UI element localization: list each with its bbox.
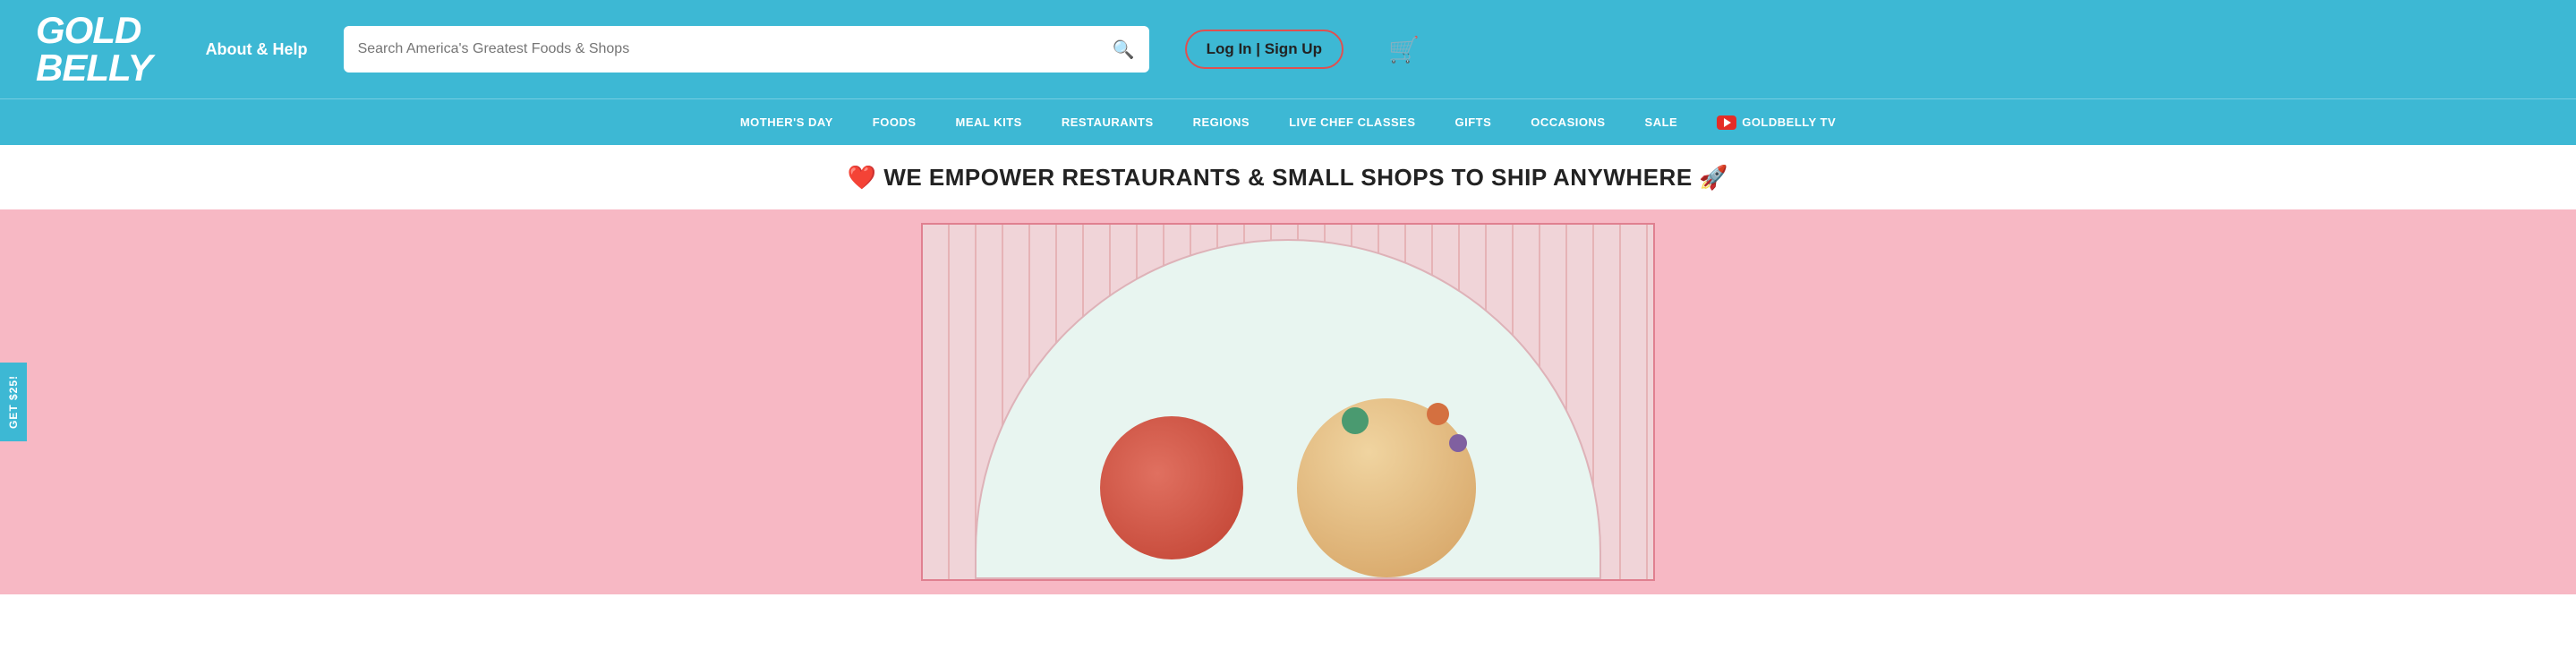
- nav-item-goldbelly-tv[interactable]: GOLDBELLY TV: [1697, 99, 1855, 145]
- nav-item-mothers-day[interactable]: MOTHER'S DAY: [721, 99, 853, 145]
- food-item-left: [1100, 416, 1243, 559]
- food-item-right: [1297, 398, 1476, 577]
- nav-item-foods[interactable]: FOODS: [853, 99, 936, 145]
- logo-bottom: BELLY: [36, 49, 152, 87]
- nav-item-sale[interactable]: SALE: [1625, 99, 1698, 145]
- nav-item-live-chef-classes[interactable]: LIVE CHEF CLASSES: [1269, 99, 1435, 145]
- search-input[interactable]: [358, 41, 1113, 57]
- nav-item-occasions[interactable]: OCCASIONS: [1511, 99, 1625, 145]
- hero-section: GET $25!: [0, 209, 2576, 594]
- logo[interactable]: GOLD BELLY: [36, 12, 152, 87]
- topping-3: [1449, 434, 1467, 452]
- topping-1: [1342, 407, 1369, 434]
- nav-item-meal-kits[interactable]: MEAL KITS: [936, 99, 1042, 145]
- hero-arch: [975, 239, 1601, 579]
- logo-top: GOLD: [36, 12, 152, 49]
- youtube-icon: [1717, 115, 1736, 130]
- banner-text: ❤️ WE EMPOWER RESTAURANTS & SMALL SHOPS …: [848, 164, 1729, 192]
- promo-banner: ❤️ WE EMPOWER RESTAURANTS & SMALL SHOPS …: [0, 145, 2576, 209]
- cart-icon[interactable]: 🛒: [1388, 35, 1420, 64]
- top-header: GOLD BELLY About & Help 🔍 Log In | Sign …: [0, 0, 2576, 98]
- auth-button[interactable]: Log In | Sign Up: [1185, 30, 1343, 69]
- nav-item-gifts[interactable]: GIFTS: [1436, 99, 1512, 145]
- nav-item-restaurants[interactable]: RESTAURANTS: [1042, 99, 1173, 145]
- nav-item-regions[interactable]: REGIONS: [1173, 99, 1269, 145]
- search-icon[interactable]: 🔍: [1113, 38, 1135, 61]
- search-bar: 🔍: [344, 26, 1149, 73]
- nav-bar: MOTHER'S DAY FOODS MEAL KITS RESTAURANTS…: [0, 98, 2576, 145]
- about-help-link[interactable]: About & Help: [206, 40, 308, 59]
- topping-2: [1427, 403, 1449, 425]
- hero-image-area: [921, 223, 1655, 581]
- side-tab-promo[interactable]: GET $25!: [0, 363, 27, 441]
